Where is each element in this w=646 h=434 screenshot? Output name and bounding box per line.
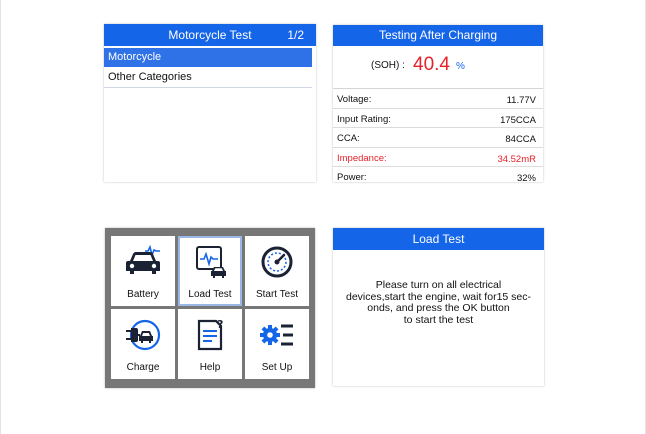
- tile-start-test[interactable]: Start Test: [245, 236, 309, 306]
- result-row-key: Voltage:: [337, 94, 372, 105]
- soh-value: 40.4: [413, 54, 450, 75]
- result-row-value: 34.52mR: [497, 153, 536, 165]
- tile-label: Start Test: [255, 289, 299, 300]
- tile-label: Battery: [127, 289, 159, 300]
- load-test-title: Load Test: [333, 228, 544, 250]
- result-row-input-rating: Input Rating: 175CCA: [333, 109, 543, 128]
- menu-item-motorcycle[interactable]: Motorcycle: [104, 48, 312, 68]
- tile-label: Help: [199, 362, 221, 373]
- tile-label: Load Test: [188, 289, 232, 300]
- result-row-value: 11.77V: [506, 95, 536, 106]
- result-row-key: CCA:: [337, 133, 360, 144]
- left-frame-border: [0, 0, 1, 434]
- tile-charge[interactable]: Charge: [111, 309, 175, 379]
- tile-load-test[interactable]: Load Test: [178, 236, 242, 306]
- car-battery-icon: [111, 245, 175, 279]
- menu-item-other-categories[interactable]: Other Categories: [104, 68, 312, 88]
- load-test-icon: [178, 245, 242, 279]
- svg-text:?: ?: [217, 318, 223, 331]
- tile-label: Set Up: [261, 362, 293, 373]
- motorcycle-test-menu-panel: Motorcycle Test 1/2 Motorcycle Other Cat…: [104, 24, 316, 182]
- tile-set-up[interactable]: Set Up: [245, 309, 309, 379]
- result-row-value: 84CCA: [505, 134, 536, 145]
- testing-after-charging-panel: Testing After Charging (SOH) : 40.4 % Vo…: [333, 25, 543, 184]
- result-row-cca: CCA: 84CCA: [333, 128, 543, 148]
- help-document-icon: ?: [178, 318, 242, 352]
- result-panel-title: Testing After Charging: [333, 25, 543, 46]
- soh-readout: (SOH) : 40.4 %: [333, 46, 543, 89]
- main-menu-grid: Battery Load Test Start Test Charge ? He…: [105, 228, 315, 388]
- gear-settings-icon: [245, 318, 309, 352]
- result-row-power: Power: 32%: [333, 167, 543, 186]
- tile-battery[interactable]: Battery: [111, 236, 175, 306]
- menu-panel-page-indicator: 1/2: [287, 28, 304, 42]
- result-row-key: Power:: [337, 172, 367, 183]
- result-row-key: Input Rating:: [337, 113, 391, 125]
- result-row-impedance: Impedance: 34.52mR: [333, 148, 543, 167]
- gauge-icon: [245, 245, 309, 279]
- menu-panel-header: Motorcycle Test 1/2: [104, 24, 316, 46]
- soh-unit: %: [456, 61, 465, 72]
- soh-label: (SOH) :: [371, 60, 405, 71]
- result-row-value: 175CCA: [500, 114, 536, 126]
- tile-help[interactable]: ? Help: [178, 309, 242, 379]
- load-test-panel: Load Test Please turn on all electrical …: [333, 228, 544, 386]
- result-row-key: Impedance:: [337, 152, 387, 164]
- result-row-voltage: Voltage: 11.77V: [333, 89, 543, 109]
- tile-label: Charge: [126, 362, 160, 373]
- menu-panel-title: Motorcycle Test: [168, 28, 252, 42]
- result-row-value: 32%: [516, 173, 536, 184]
- charge-plug-icon: [111, 318, 175, 352]
- load-test-instruction: Please turn on all electrical devices,st…: [345, 279, 531, 326]
